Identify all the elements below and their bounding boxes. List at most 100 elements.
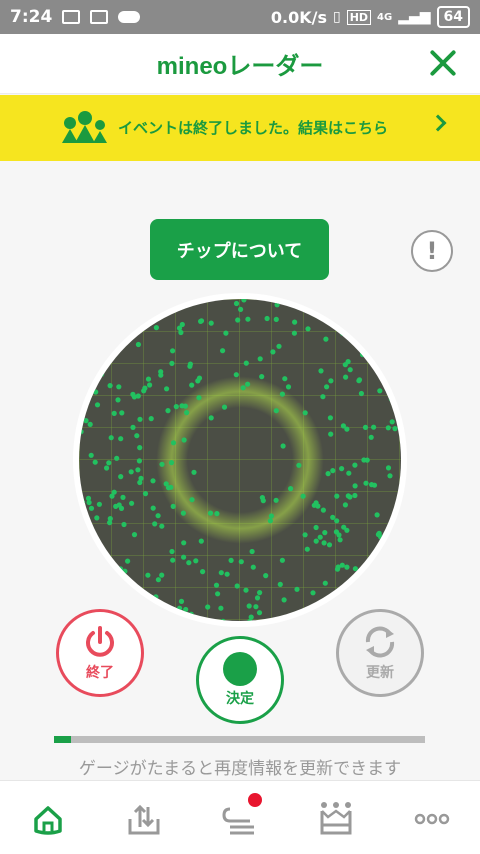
decide-label: 決定 bbox=[226, 691, 254, 707]
radar-dot bbox=[279, 557, 285, 563]
radar-dot bbox=[374, 512, 380, 518]
radar-dot bbox=[147, 382, 153, 388]
radar-dot bbox=[243, 360, 249, 366]
radar-dot bbox=[214, 511, 220, 517]
radar-dot bbox=[118, 505, 125, 511]
radar-dot bbox=[273, 408, 279, 414]
radar-dot bbox=[128, 469, 134, 475]
radar-dot bbox=[387, 473, 393, 479]
radar-dot bbox=[342, 362, 348, 368]
radar-dot bbox=[179, 403, 185, 409]
radar-dot bbox=[328, 431, 334, 437]
radar-dot bbox=[233, 300, 240, 307]
radar-dot bbox=[254, 595, 261, 601]
radar-dot bbox=[324, 384, 330, 390]
radar-dot bbox=[343, 374, 349, 380]
crown-icon[interactable] bbox=[316, 799, 356, 839]
radar-dot bbox=[107, 520, 113, 526]
radar-dot bbox=[268, 513, 274, 519]
radar-dot bbox=[243, 587, 249, 593]
info-icon[interactable]: ! bbox=[411, 230, 453, 272]
radar-dot bbox=[318, 368, 324, 374]
radar-ring bbox=[145, 365, 335, 555]
radar-dot bbox=[310, 590, 316, 596]
signal-icon: ▂▄▆ bbox=[398, 9, 431, 25]
radar-dot bbox=[145, 376, 152, 382]
radar-dot bbox=[235, 317, 241, 323]
radar-dot bbox=[178, 329, 184, 336]
radar-dot bbox=[107, 383, 113, 389]
radar-dot bbox=[152, 521, 158, 527]
radar-dot bbox=[392, 426, 398, 432]
radar-dot bbox=[169, 548, 175, 555]
radar-dot bbox=[79, 491, 82, 497]
radar-dot bbox=[322, 530, 328, 536]
radar-dot bbox=[253, 604, 259, 610]
radar-dot bbox=[336, 532, 342, 538]
radar-dot bbox=[352, 492, 358, 499]
radar-canvas bbox=[79, 299, 398, 621]
radar-dot bbox=[241, 299, 247, 303]
radar-dot bbox=[322, 580, 328, 586]
radar-dot bbox=[111, 410, 117, 416]
radar-dot bbox=[220, 348, 226, 354]
radar-dot bbox=[119, 410, 125, 416]
radar-dot bbox=[300, 493, 306, 499]
chip-info-button[interactable]: チップについて bbox=[150, 219, 329, 280]
radar-dot bbox=[362, 424, 369, 430]
radar-dot bbox=[363, 480, 369, 486]
radar-dot bbox=[169, 360, 175, 366]
radar-dot bbox=[277, 581, 283, 587]
radar-dot bbox=[80, 499, 86, 505]
tray-upload-icon[interactable] bbox=[124, 799, 164, 839]
radar-dot bbox=[321, 540, 327, 546]
radar-dot bbox=[79, 429, 84, 435]
radar-dot bbox=[220, 618, 226, 621]
radar-dot bbox=[215, 591, 221, 597]
radar-dot bbox=[150, 505, 156, 511]
radar-dot bbox=[325, 471, 331, 477]
decide-button[interactable]: 決定 bbox=[196, 636, 284, 724]
radar-dot bbox=[159, 461, 165, 467]
more-icon[interactable] bbox=[412, 799, 452, 839]
radar-dot bbox=[79, 411, 85, 417]
radar-dot bbox=[131, 532, 138, 538]
radar-dot bbox=[148, 416, 154, 422]
decide-dot-icon bbox=[223, 652, 257, 686]
radar-dot bbox=[352, 566, 358, 572]
app-header: mineoレーダー bbox=[0, 34, 480, 94]
radar-dot bbox=[328, 378, 334, 384]
radar-dot bbox=[238, 559, 244, 565]
radar-dot bbox=[288, 486, 294, 492]
radar-dot bbox=[155, 577, 161, 583]
radar-dot bbox=[234, 583, 240, 589]
calendar-icon bbox=[90, 10, 109, 24]
radar-dot bbox=[108, 435, 114, 441]
radar-dot bbox=[181, 540, 187, 546]
radar-dot bbox=[340, 423, 346, 429]
close-icon[interactable] bbox=[428, 48, 458, 78]
radar-dot bbox=[193, 558, 199, 564]
radar-dot bbox=[327, 415, 333, 421]
home-icon[interactable] bbox=[28, 799, 68, 839]
radar-dot bbox=[137, 416, 143, 422]
radar-dot bbox=[352, 462, 358, 468]
refresh-button[interactable]: 更新 bbox=[336, 609, 424, 697]
radar-dot bbox=[335, 564, 341, 570]
radar-dot bbox=[385, 465, 392, 471]
radar-dot bbox=[137, 479, 143, 486]
end-button[interactable]: 終了 bbox=[56, 609, 144, 697]
radar-dot bbox=[221, 404, 228, 410]
radar-dot bbox=[361, 457, 367, 463]
radar-dot bbox=[153, 594, 159, 600]
event-banner[interactable]: イベントは終了しました。結果はこちら bbox=[0, 95, 480, 161]
radar-dot bbox=[317, 534, 323, 540]
radar-dot bbox=[228, 557, 234, 563]
radar-dot bbox=[191, 469, 197, 475]
radar-dot bbox=[130, 424, 136, 430]
radar-dot bbox=[342, 502, 348, 508]
refresh-icon bbox=[365, 626, 395, 658]
radar-dot bbox=[208, 320, 214, 326]
radar-dot bbox=[257, 356, 263, 362]
radar-dot bbox=[99, 371, 105, 377]
